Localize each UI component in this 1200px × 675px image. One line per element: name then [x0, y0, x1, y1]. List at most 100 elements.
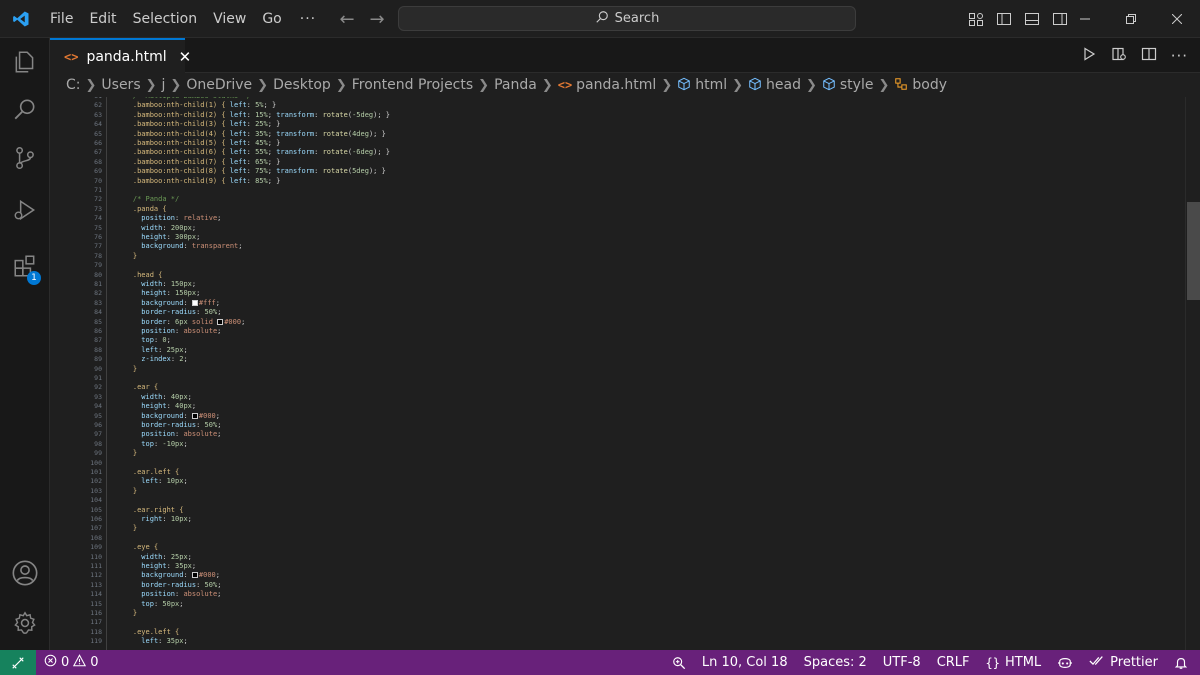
extensions-icon[interactable]: 1	[0, 242, 50, 290]
code-token: solid	[191, 317, 213, 326]
code-token: :	[183, 242, 192, 251]
run-debug-icon[interactable]	[0, 186, 50, 234]
tab-label: panda.html	[86, 49, 167, 65]
copilot-icon[interactable]	[1049, 656, 1081, 670]
code-token: .ear {	[132, 383, 159, 392]
code-token: ); }	[373, 110, 391, 119]
status-bar: 0 0 Ln 10, Col 18 Spaces: 2 UTF-8 CRLF {…	[0, 650, 1200, 675]
breadcrumb-head[interactable]: head	[766, 77, 801, 93]
breadcrumb-desktop[interactable]: Desktop	[273, 77, 331, 93]
back-arrow-icon[interactable]: ←	[338, 9, 356, 30]
editor-scrollbar[interactable]	[1185, 97, 1200, 650]
encoding[interactable]: UTF-8	[875, 655, 929, 670]
code-token: left	[141, 345, 159, 354]
menu-file[interactable]: File	[42, 0, 81, 38]
source-control-icon[interactable]	[0, 134, 50, 182]
tab-panda-html[interactable]: <> panda.html ✕	[50, 38, 191, 74]
remote-indicator-icon[interactable]	[0, 650, 36, 675]
line-number: 75	[94, 223, 102, 232]
forward-arrow-icon[interactable]: →	[368, 9, 386, 30]
code-token: :	[314, 148, 323, 157]
end-of-line[interactable]: CRLF	[929, 655, 978, 670]
code-token: transparent	[191, 242, 239, 251]
search-view-icon[interactable]	[0, 86, 50, 134]
code-token: .head {	[132, 270, 163, 279]
line-number: 74	[94, 214, 102, 223]
code-token: ; }	[263, 101, 277, 110]
code-token: ;	[196, 289, 201, 298]
code-token: .bamboo:nth-child(2) {	[132, 110, 230, 119]
color-swatch[interactable]	[191, 299, 198, 306]
code-token: }	[132, 251, 138, 260]
problems-indicator[interactable]: 0 0	[44, 654, 99, 671]
breadcrumb-frontend-projects[interactable]: Frontend Projects	[352, 77, 473, 93]
code-token: :	[246, 167, 256, 176]
code-token: /* Multiple bamboo stalks */	[133, 97, 251, 100]
toggle-primary-sidebar-icon[interactable]	[994, 9, 1014, 29]
toggle-panel-icon[interactable]	[1022, 9, 1042, 29]
code-token: :	[162, 280, 171, 288]
code-line: .panda {	[116, 205, 167, 214]
zoom-icon[interactable]	[664, 656, 694, 670]
restore-icon[interactable]	[1108, 0, 1154, 38]
code-token: 25px	[166, 345, 184, 354]
scrollbar-thumb[interactable]	[1187, 202, 1200, 300]
breadcrumb-drive[interactable]: C:	[66, 77, 81, 93]
code-content[interactable]: /* Multiple bamboo stalks */ .bamboo:nth…	[116, 97, 1176, 650]
cursor-position[interactable]: Ln 10, Col 18	[694, 655, 796, 670]
prettier-status[interactable]: Prettier	[1081, 655, 1166, 671]
breadcrumb-html[interactable]: html	[695, 77, 727, 93]
code-token: 50px	[162, 599, 180, 608]
color-swatch[interactable]	[191, 572, 198, 579]
breadcrumb-panda[interactable]: Panda	[494, 77, 537, 93]
code-line: position: absolute;	[116, 590, 221, 599]
code-token: }	[132, 486, 138, 495]
code-token: :	[166, 317, 176, 326]
color-swatch[interactable]	[217, 318, 224, 325]
more-actions-icon[interactable]: ···	[1171, 47, 1188, 65]
indentation[interactable]: Spaces: 2	[796, 655, 875, 670]
explorer-icon[interactable]	[0, 38, 50, 86]
code-token: }	[132, 609, 138, 617]
line-number: 115	[90, 599, 102, 608]
line-number: 83	[94, 298, 102, 307]
breadcrumb-style[interactable]: style	[840, 77, 874, 93]
split-editor-icon[interactable]	[1141, 46, 1157, 66]
language-mode[interactable]: {} HTML	[978, 655, 1050, 670]
menu-go[interactable]: Go	[254, 0, 289, 38]
notifications-bell-icon[interactable]	[1166, 656, 1200, 670]
breadcrumb-user[interactable]: j	[162, 77, 166, 93]
manage-gear-icon[interactable]	[0, 599, 50, 647]
run-file-icon[interactable]	[1081, 46, 1097, 66]
color-swatch[interactable]	[191, 412, 198, 419]
breadcrumb-file[interactable]: panda.html	[576, 77, 656, 93]
code-token: ;	[215, 298, 220, 307]
close-window-icon[interactable]	[1154, 0, 1200, 38]
breadcrumb-body[interactable]: body	[912, 77, 947, 93]
breadcrumb-users[interactable]: Users	[101, 77, 140, 93]
code-token: height	[141, 402, 167, 411]
command-center-search[interactable]: Search	[398, 6, 856, 31]
code-token: .panda {	[132, 204, 167, 213]
menu-more-button[interactable]: ···	[290, 11, 326, 27]
menu-selection[interactable]: Selection	[125, 0, 206, 38]
breadcrumb-onedrive[interactable]: OneDrive	[186, 77, 252, 93]
code-editor[interactable]: 6162636465666768697071727374757677787980…	[50, 97, 1185, 650]
code-token: .eye.left {	[132, 627, 180, 636]
open-preview-icon[interactable]	[1111, 46, 1127, 66]
account-icon[interactable]	[0, 549, 50, 597]
close-tab-icon[interactable]: ✕	[179, 48, 192, 66]
code-line: }	[116, 609, 137, 618]
customize-layout-icon[interactable]	[966, 9, 986, 29]
code-token: relative	[183, 214, 218, 223]
menu-view[interactable]: View	[205, 0, 254, 38]
code-line: width: 25px;	[116, 553, 192, 562]
minimize-icon[interactable]	[1062, 0, 1108, 38]
menu-edit[interactable]: Edit	[81, 0, 124, 38]
code-token: 35px	[166, 637, 184, 646]
code-token: ;	[191, 562, 197, 570]
